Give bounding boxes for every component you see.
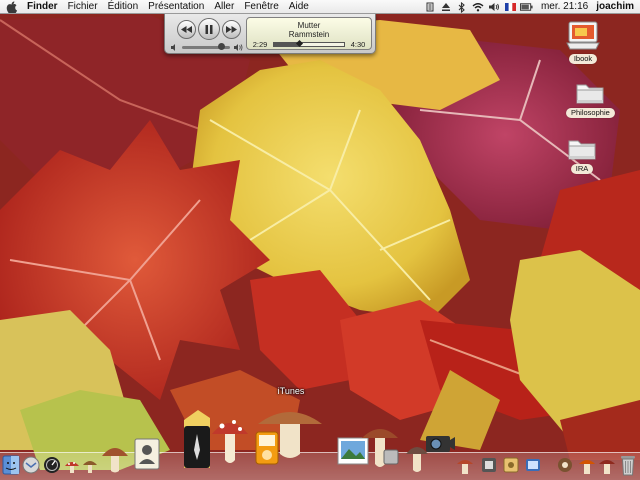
volume-knob[interactable] bbox=[217, 43, 225, 50]
menu-bar: Finder Fichier Édition Présentation Alle… bbox=[0, 0, 640, 14]
script-icon[interactable] bbox=[424, 0, 437, 14]
eject-icon[interactable] bbox=[440, 0, 453, 14]
itunes-mini-player: Mutter Rammstein 2:29 4:30 bbox=[164, 14, 376, 54]
next-track-button[interactable] bbox=[222, 20, 241, 39]
remaining-time: 4:30 bbox=[350, 40, 366, 49]
camera-icon[interactable] bbox=[424, 430, 456, 459]
apple-menu-icon[interactable] bbox=[0, 0, 22, 14]
mushroom-icon[interactable] bbox=[64, 458, 80, 479]
bluetooth-icon[interactable] bbox=[456, 0, 469, 14]
ipod-icon[interactable] bbox=[250, 398, 330, 473]
desktop-icon-label: IRA bbox=[570, 164, 594, 174]
menu-edition[interactable]: Édition bbox=[103, 0, 144, 14]
mushroom-icon[interactable] bbox=[100, 440, 130, 479]
desktop-icon-ira[interactable]: IRA bbox=[566, 136, 598, 174]
track-title: Mutter bbox=[297, 21, 321, 30]
desktop-icon-label: Philosophie bbox=[566, 108, 615, 118]
menu-fichier[interactable]: Fichier bbox=[63, 0, 103, 14]
menu-presentation[interactable]: Présentation bbox=[143, 0, 209, 14]
menubar-clock[interactable]: mer. 21:16 bbox=[533, 0, 592, 14]
mushroom-icon[interactable] bbox=[524, 455, 542, 480]
dashboard-icon[interactable] bbox=[43, 456, 61, 479]
folder-icon bbox=[576, 84, 604, 104]
mushroom-icon[interactable] bbox=[502, 456, 520, 479]
mushroom-icon[interactable] bbox=[578, 455, 596, 480]
volume-slider[interactable] bbox=[171, 43, 243, 52]
mail-icon[interactable] bbox=[22, 456, 40, 479]
track-artist: Rammstein bbox=[288, 30, 330, 39]
volume-low-icon bbox=[171, 44, 175, 51]
mushroom-icon[interactable] bbox=[556, 455, 574, 480]
pause-button[interactable] bbox=[198, 18, 220, 40]
menu-aide[interactable]: Aide bbox=[284, 0, 314, 14]
itunes-icon[interactable] bbox=[180, 408, 214, 475]
mushroom-icon[interactable] bbox=[360, 418, 400, 475]
mushroom-icon[interactable] bbox=[456, 455, 474, 480]
desktop-icon-label: Ibook bbox=[568, 54, 598, 64]
menu-extras: mer. 21:16 joachim bbox=[421, 0, 640, 14]
mushroom-icon[interactable] bbox=[598, 455, 616, 480]
mushroom-icon[interactable] bbox=[82, 457, 98, 479]
address-book-icon[interactable] bbox=[132, 437, 162, 476]
desktop-icon-ibook[interactable]: Ibook bbox=[566, 20, 600, 64]
playback-progress[interactable] bbox=[273, 39, 345, 48]
finder-icon[interactable] bbox=[2, 455, 20, 480]
trash-icon[interactable] bbox=[620, 454, 636, 480]
desktop-icon-philosophie[interactable]: Philosophie bbox=[566, 80, 615, 118]
menu-app-finder[interactable]: Finder bbox=[22, 0, 63, 14]
mushroom-icon[interactable] bbox=[210, 412, 250, 471]
folder-icon bbox=[568, 140, 596, 160]
flag-icon[interactable] bbox=[504, 0, 517, 14]
elapsed-time: 2:29 bbox=[252, 40, 268, 49]
mushroom-icon[interactable] bbox=[480, 455, 498, 480]
now-playing-display: Mutter Rammstein 2:29 4:30 bbox=[246, 17, 372, 50]
battery-icon[interactable] bbox=[519, 0, 533, 14]
user-menu[interactable]: joachim bbox=[592, 0, 640, 14]
menu-aller[interactable]: Aller bbox=[209, 0, 239, 14]
volume-high-icon bbox=[234, 44, 243, 51]
wifi-icon[interactable] bbox=[472, 0, 485, 14]
hard-drive-icon bbox=[566, 21, 600, 50]
volume-track bbox=[182, 43, 230, 50]
volume-icon[interactable] bbox=[488, 0, 501, 14]
menu-fenetre[interactable]: Fenêtre bbox=[239, 0, 283, 14]
dock-tooltip: iTunes bbox=[277, 386, 305, 396]
previous-track-button[interactable] bbox=[177, 20, 196, 39]
